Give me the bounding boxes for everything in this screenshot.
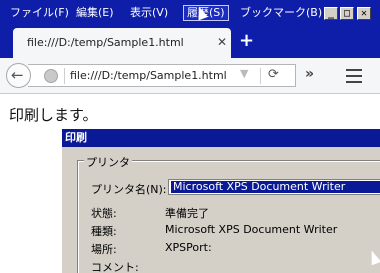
reload-icon[interactable]: ⟳: [268, 67, 279, 82]
comment-label: コメント:: [91, 261, 139, 273]
overflow-icon[interactable]: »: [305, 66, 314, 82]
close-icon: ✕: [360, 8, 368, 19]
menu-bar: ファイル(F) 編集(E) 表示(V) 履歴(S) ブックマーク(B) _ □ …: [0, 0, 380, 27]
close-window-button[interactable]: ✕: [357, 7, 371, 20]
globe-icon: [44, 69, 58, 83]
printer-name-label: プリンタ名(N):: [91, 183, 167, 196]
location-label: 場所:: [91, 243, 117, 256]
url-separator: [64, 68, 65, 84]
url-bar[interactable]: file:///D:/temp/Sample1.html ▼ ⟳: [28, 64, 296, 87]
type-label: 種類:: [91, 225, 117, 238]
dialog-title: 印刷: [62, 129, 380, 147]
menu-bookmarks[interactable]: ブックマーク(B): [240, 6, 322, 20]
url-dropdown-icon[interactable]: ▼: [240, 67, 248, 80]
navigation-toolbar: file:///D:/temp/Sample1.html ▼ ⟳ ← »: [0, 58, 380, 94]
type-value: Microsoft XPS Document Writer: [165, 223, 338, 236]
menu-edit[interactable]: 編集(E): [76, 6, 114, 20]
tab-title: file:///D:/temp/Sample1.html: [27, 36, 184, 49]
location-value: XPSPort:: [165, 241, 212, 254]
page-text: 印刷します。: [9, 106, 98, 124]
printer-group: [77, 160, 380, 273]
url-text[interactable]: file:///D:/temp/Sample1.html: [70, 69, 227, 82]
new-tab-button[interactable]: +: [239, 31, 254, 51]
status-value: 準備完了: [165, 207, 209, 220]
hamburger-icon-bottom: [346, 81, 362, 83]
hamburger-icon-middle: [346, 75, 362, 77]
print-dialog: 印刷 プリンタ プリンタ名(N): Microsoft XPS Document…: [61, 128, 380, 273]
menu-file[interactable]: ファイル(F): [10, 6, 69, 20]
back-arrow-icon: ←: [11, 66, 24, 84]
maximize-button[interactable]: □: [340, 7, 354, 20]
status-label: 状態:: [91, 207, 117, 220]
back-button[interactable]: ←: [6, 63, 31, 88]
tab-sample1[interactable]: file:///D:/temp/Sample1.html ✕: [13, 28, 231, 58]
hamburger-icon: [346, 69, 362, 71]
tab-close-icon[interactable]: ✕: [217, 35, 227, 49]
printer-group-label: プリンタ: [84, 154, 132, 170]
minimize-button[interactable]: _: [324, 7, 338, 20]
url-separator-right: [260, 68, 261, 84]
printer-name-select[interactable]: Microsoft XPS Document Writer: [168, 179, 380, 195]
printer-name-value: Microsoft XPS Document Writer: [171, 181, 380, 193]
menu-view[interactable]: 表示(V): [130, 6, 168, 20]
minimize-icon: _: [327, 8, 335, 19]
menu-hamburger-button[interactable]: [340, 65, 368, 87]
maximize-icon: □: [343, 8, 351, 19]
tab-strip: file:///D:/temp/Sample1.html ✕ +: [0, 27, 380, 58]
